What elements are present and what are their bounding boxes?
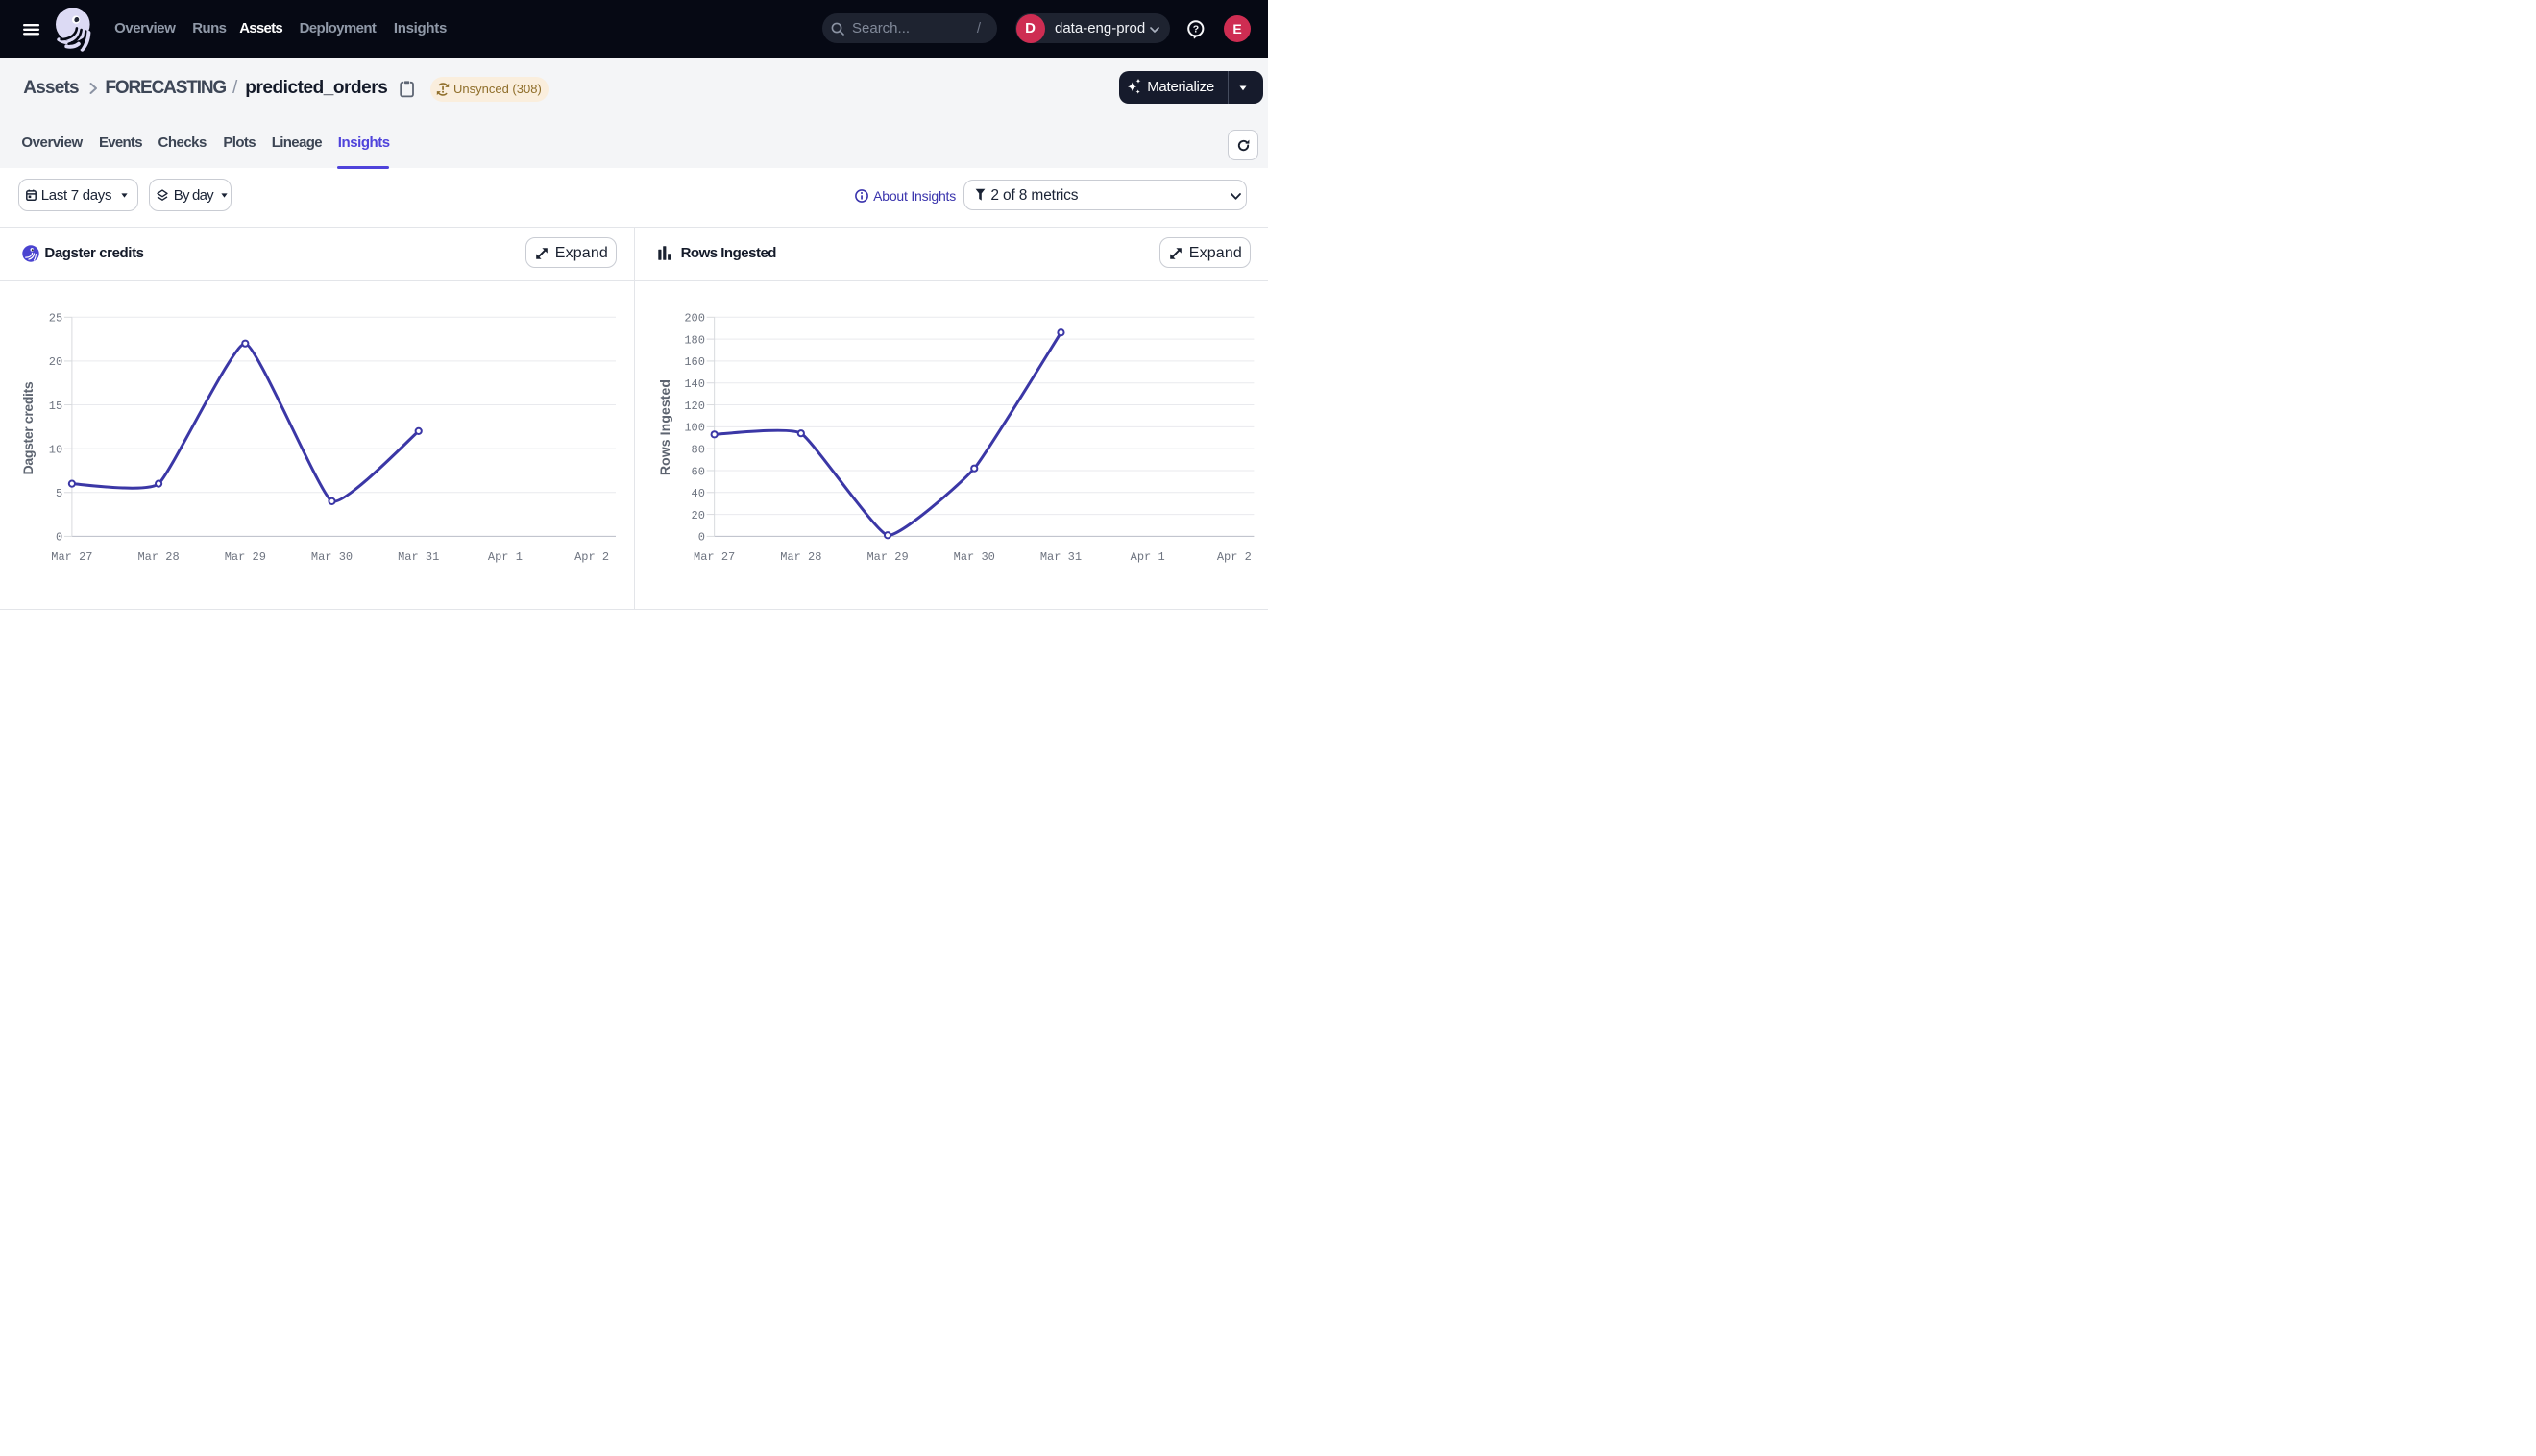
svg-text:Mar 28: Mar 28: [780, 550, 821, 564]
svg-text:180: 180: [684, 333, 705, 347]
svg-text:20: 20: [692, 509, 705, 522]
svg-text:Mar 27: Mar 27: [694, 550, 735, 564]
svg-text:25: 25: [49, 312, 62, 326]
svg-text:60: 60: [692, 465, 705, 478]
svg-text:Apr 1: Apr 1: [1131, 550, 1165, 564]
svg-text:Mar 30: Mar 30: [311, 550, 353, 564]
svg-text:0: 0: [698, 531, 705, 545]
svg-text:40: 40: [692, 487, 705, 500]
svg-text:Rows Ingested: Rows Ingested: [657, 379, 672, 475]
svg-text:Mar 29: Mar 29: [866, 550, 908, 564]
svg-text:160: 160: [684, 355, 705, 369]
svg-text:5: 5: [56, 487, 62, 500]
svg-text:Apr 1: Apr 1: [488, 550, 523, 564]
svg-text:Mar 31: Mar 31: [398, 550, 439, 564]
svg-text:Apr 2: Apr 2: [574, 550, 609, 564]
svg-text:Dagster credits: Dagster credits: [20, 381, 36, 474]
svg-text:20: 20: [49, 355, 62, 369]
svg-text:Mar 31: Mar 31: [1040, 550, 1082, 564]
svg-text:Mar 29: Mar 29: [225, 550, 266, 564]
svg-text:0: 0: [56, 531, 62, 545]
svg-text:200: 200: [684, 312, 705, 326]
svg-text:120: 120: [684, 400, 705, 413]
svg-text:80: 80: [692, 443, 705, 456]
svg-text:?: ?: [1193, 23, 1199, 35]
svg-text:Apr 2: Apr 2: [1217, 550, 1252, 564]
svg-text:Mar 27: Mar 27: [51, 550, 92, 564]
svg-text:10: 10: [49, 443, 62, 456]
svg-text:140: 140: [684, 377, 705, 391]
svg-text:Mar 30: Mar 30: [954, 550, 995, 564]
svg-text:15: 15: [49, 400, 62, 413]
svg-text:Mar 28: Mar 28: [137, 550, 179, 564]
svg-text:100: 100: [684, 422, 705, 435]
